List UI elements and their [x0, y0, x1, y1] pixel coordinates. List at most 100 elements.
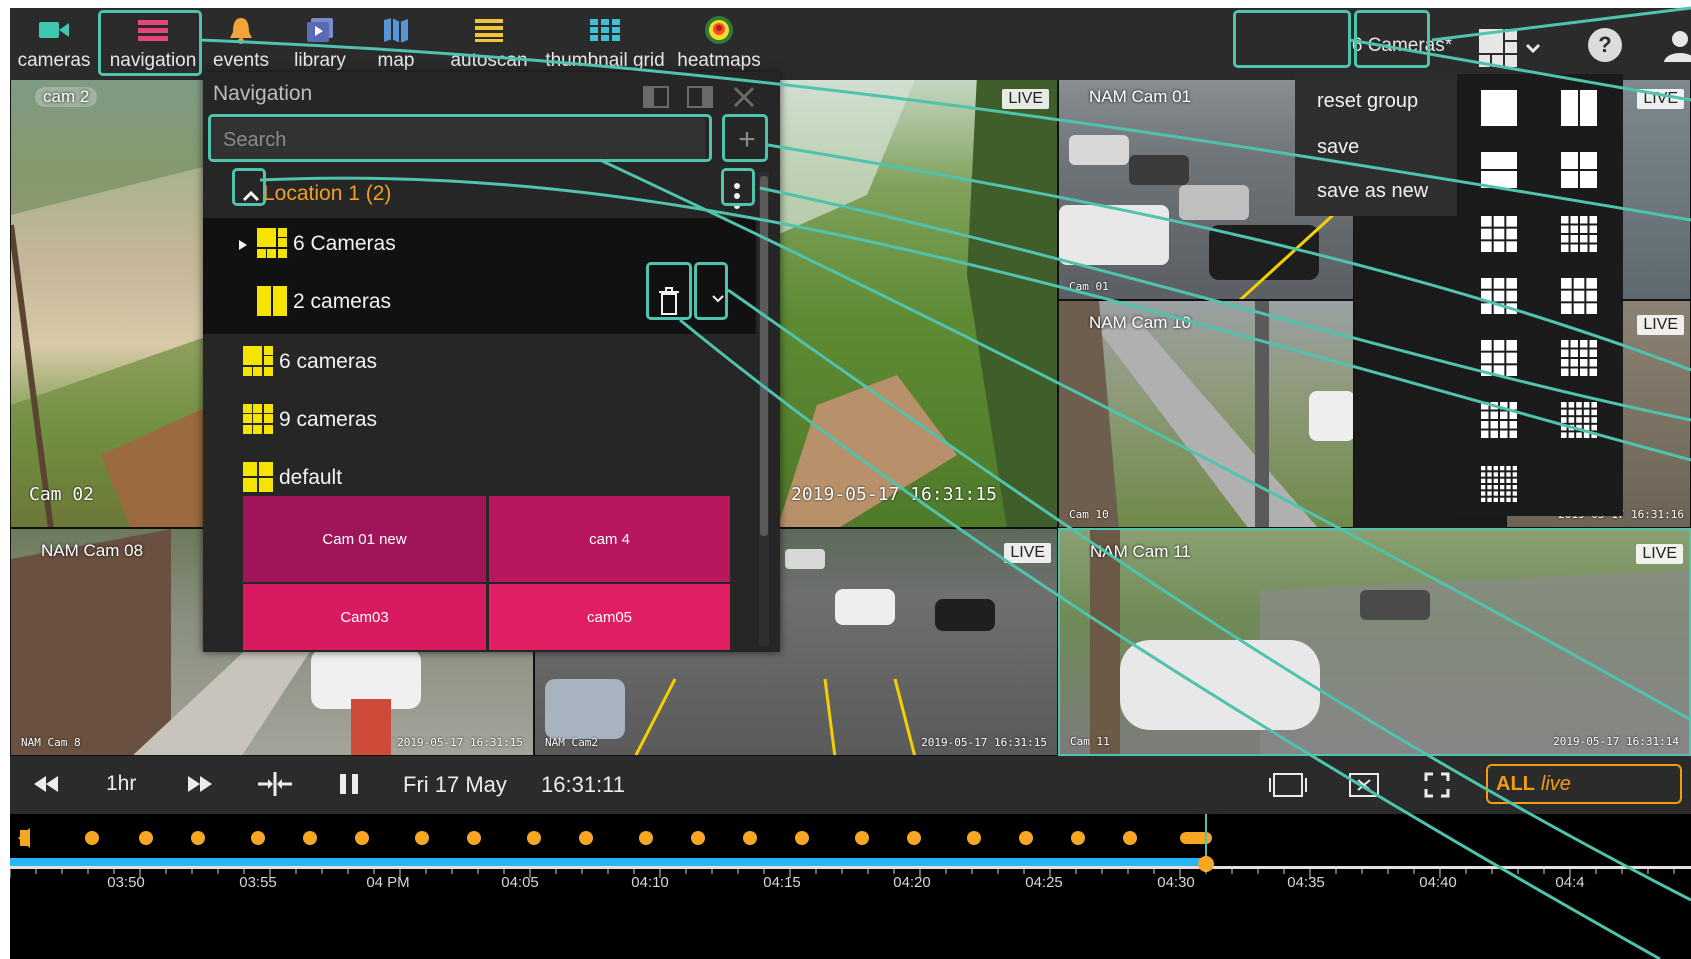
caret-right-icon[interactable] [237, 238, 249, 252]
help-button[interactable]: ? [1588, 28, 1622, 62]
layout-options [1481, 90, 1597, 502]
close-icon[interactable] [733, 86, 755, 108]
location-label[interactable]: Location 1 (2) [263, 182, 391, 206]
toolbar-map-button[interactable]: map [366, 12, 426, 76]
tree-item-label[interactable]: 6 Cameras [293, 232, 396, 256]
layout-dropdown-button[interactable] [1472, 26, 1548, 70]
event-marker[interactable] [855, 831, 869, 845]
layout-6-icon [243, 346, 273, 376]
live-badge: LIVE [1004, 543, 1051, 563]
event-marker[interactable] [355, 831, 369, 845]
event-marker[interactable] [527, 831, 541, 845]
camera-tile[interactable]: cam 2 Cam 02 [10, 74, 210, 528]
camera-tile-button[interactable]: Cam03 [243, 584, 486, 650]
all-live-button[interactable]: ALL live [1486, 764, 1682, 804]
event-marker[interactable] [795, 831, 809, 845]
event-marker[interactable] [251, 831, 265, 845]
event-marker[interactable] [467, 831, 481, 845]
event-marker[interactable] [743, 831, 757, 845]
event-marker[interactable] [1123, 831, 1137, 845]
user-icon[interactable] [1660, 26, 1691, 66]
top-toolbar: cameras navigation events library map au… [10, 8, 1691, 80]
event-marker[interactable] [139, 831, 153, 845]
timeline-start-marker-body [20, 830, 30, 846]
search-input[interactable] [211, 118, 705, 162]
center-timeline-icon[interactable] [256, 770, 294, 798]
all-label: ALL [1496, 772, 1535, 795]
tree-item-label[interactable]: 9 cameras [279, 408, 377, 432]
event-marker[interactable] [1019, 831, 1033, 845]
timeline-tick-label: 04:10 [631, 874, 669, 891]
toolbar-label: cameras [17, 50, 91, 71]
camera-tile-selected[interactable]: NAM Cam 11 LIVE Cam 11 2019-05-17 16:31:… [1058, 528, 1691, 756]
camera-tile-button[interactable]: cam05 [489, 584, 730, 650]
navigation-panel: Navigation + Location 1 (2) 6 Cameras 2 … [203, 72, 780, 652]
dock-right-icon[interactable] [687, 86, 713, 108]
filmstrip-icon[interactable] [1268, 772, 1308, 798]
live-badge: LIVE [1636, 544, 1683, 564]
event-marker[interactable] [1071, 831, 1085, 845]
camera-group-name[interactable]: 6 Cameras* [1342, 26, 1462, 66]
event-marker[interactable] [303, 831, 317, 845]
chevron-up-icon[interactable] [239, 184, 263, 208]
more-options-icon[interactable] [727, 180, 747, 212]
trash-icon[interactable] [657, 286, 681, 316]
fast-forward-icon[interactable] [186, 774, 214, 794]
menu-item-save-as-new[interactable]: save as new [1317, 180, 1428, 203]
camera-overlay-label: NAM Cam 8 [21, 736, 81, 749]
timeline-tick-label: 04:05 [501, 874, 539, 891]
camera-tile[interactable]: LIVE 2019-05-17 16:31:15 [776, 74, 1058, 528]
current-date: Fri 17 May [403, 772, 507, 797]
camera-tile-button[interactable]: Cam 01 new [243, 496, 486, 582]
scrollbar[interactable] [759, 172, 769, 646]
menu-item-save[interactable]: save [1317, 136, 1359, 159]
time-range-button[interactable]: 1hr [106, 772, 136, 796]
event-marker[interactable] [579, 831, 593, 845]
dock-left-icon[interactable] [643, 86, 669, 108]
event-marker[interactable] [415, 831, 429, 845]
event-marker[interactable] [191, 831, 205, 845]
event-marker[interactable] [639, 831, 653, 845]
menu-item-reset-group[interactable]: reset group [1317, 90, 1418, 113]
export-clip-icon[interactable] [1348, 772, 1380, 798]
layout-picker [1457, 74, 1623, 516]
toolbar-label: library [294, 50, 346, 71]
camera-name: NAM Cam 01 [1089, 87, 1192, 106]
layout-2-icon [257, 286, 287, 316]
camera-feed-image [11, 75, 209, 527]
layout-4-icon [243, 462, 273, 492]
toolbar-autoscan-button[interactable]: autoscan [440, 12, 538, 76]
scrollbar-thumb[interactable] [760, 176, 768, 536]
camera-tile-button[interactable]: cam 4 [489, 496, 730, 582]
event-marker[interactable] [967, 831, 981, 845]
add-button[interactable]: + [727, 118, 767, 162]
camera-feed-image [777, 75, 1057, 527]
toolbar-thumbnail-grid-button[interactable]: thumbnail grid [540, 12, 670, 76]
live-label: live [1540, 772, 1571, 795]
rewind-icon[interactable] [32, 774, 60, 794]
tree-item-label[interactable]: default [279, 466, 342, 490]
camera-name: NAM Cam 10 [1089, 313, 1192, 332]
pause-icon[interactable] [338, 772, 360, 796]
toolbar-navigation-button[interactable]: navigation [102, 12, 204, 76]
camera-timestamp: 2019-05-17 16:31:15 [921, 736, 1047, 749]
event-marker[interactable] [85, 831, 99, 845]
toolbar-cameras-button[interactable]: cameras [16, 12, 92, 76]
tree-item-label[interactable]: 2 cameras [293, 290, 391, 314]
tree-item-label[interactable]: 6 cameras [279, 350, 377, 374]
camera-tile[interactable]: NAM Cam 10 Cam 10 [1058, 300, 1354, 528]
timeline-tick-label: 04:15 [763, 874, 801, 891]
toolbar-library-button[interactable]: library [280, 12, 360, 76]
event-marker[interactable] [691, 831, 705, 845]
library-icon [305, 12, 335, 48]
event-marker[interactable] [907, 831, 921, 845]
chevron-down-icon[interactable] [709, 292, 727, 306]
toolbar-events-button[interactable]: events [206, 12, 276, 76]
event-marker[interactable] [1180, 832, 1212, 844]
timeline-tick-label: 04:35 [1287, 874, 1325, 891]
fullscreen-icon[interactable] [1424, 772, 1450, 798]
layout-grid-icon [1479, 29, 1517, 67]
camera-timestamp: 2019-05-17 16:31:15 [397, 736, 523, 749]
playback-controls: 1hr Fri 17 May 16:31:11 ALL live [10, 756, 1691, 814]
toolbar-heatmaps-button[interactable]: heatmaps [674, 12, 764, 76]
